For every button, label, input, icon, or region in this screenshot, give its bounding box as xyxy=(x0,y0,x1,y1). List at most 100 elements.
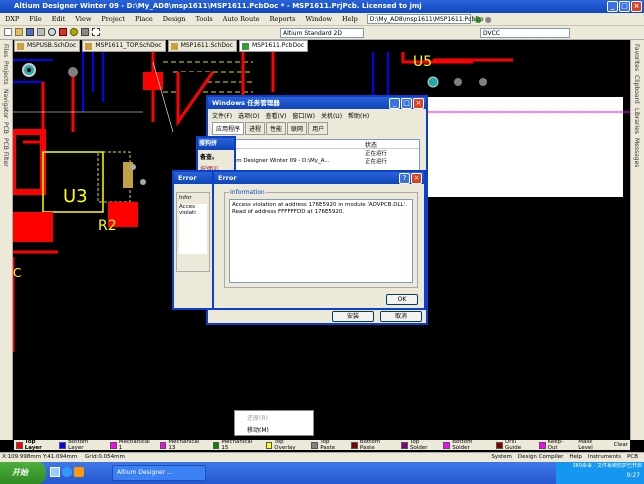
maximize-button[interactable]: □ xyxy=(401,98,412,109)
desktop-icon[interactable] xyxy=(50,467,60,477)
save-icon[interactable] xyxy=(26,28,34,36)
menu-place[interactable]: Place xyxy=(130,15,158,23)
col-task[interactable]: 任务 xyxy=(215,140,365,149)
menu-file[interactable]: File xyxy=(24,15,47,23)
panel-messages[interactable]: Messages xyxy=(633,138,640,167)
schdoc-icon xyxy=(170,43,178,50)
clear-button[interactable]: Clear xyxy=(612,442,630,448)
path-box[interactable]: D:\My_AD8\msp1611\MSP1611.PcbDo xyxy=(366,14,484,24)
panel-files[interactable]: Files xyxy=(2,44,9,57)
color-swatch xyxy=(351,441,358,449)
tab-msp1611-sch[interactable]: MSP1611.SchDoc xyxy=(167,40,237,52)
maximize-button[interactable]: □ xyxy=(619,1,630,12)
schdoc-icon xyxy=(85,43,93,50)
tab-applications[interactable]: 应用程序 xyxy=(212,122,245,135)
layer-tab[interactable]: Top Paste xyxy=(309,439,347,451)
tm-menu-help[interactable]: 帮助(H) xyxy=(348,111,369,120)
media-icon[interactable] xyxy=(74,467,84,477)
tab-msp1611-top[interactable]: MSP1611_TOP.SchDoc xyxy=(82,40,166,52)
close-button[interactable]: × xyxy=(631,1,642,12)
menu-design[interactable]: Design xyxy=(158,15,191,23)
tm-menu-window[interactable]: 窗口(W) xyxy=(292,111,315,120)
layer-tab[interactable]: Bottom Paste xyxy=(349,439,397,451)
panel-system[interactable]: System xyxy=(491,453,512,462)
layer-tab[interactable]: Bottom Solder xyxy=(441,439,492,451)
label-u3: U3 xyxy=(63,186,88,207)
layer-tab[interactable]: Mechanical 15 xyxy=(211,439,262,451)
minimize-button[interactable]: _ xyxy=(389,98,400,109)
panel-projects[interactable]: Projects xyxy=(2,61,9,85)
clock[interactable]: 9:27 xyxy=(627,472,640,479)
panel-libraries[interactable]: Libraries xyxy=(633,108,640,134)
open-icon[interactable] xyxy=(15,28,23,36)
menu-tools[interactable]: Tools xyxy=(191,15,218,23)
menu-project[interactable]: Project xyxy=(96,15,130,23)
tab-users[interactable]: 用户 xyxy=(308,122,329,135)
panel-pcb-filter[interactable]: PCB Filter xyxy=(2,138,9,167)
zoom-icon[interactable] xyxy=(48,28,56,36)
menu-move[interactable]: 移动(M) xyxy=(235,424,313,435)
menu-dxp[interactable]: DXP xyxy=(0,15,24,23)
tm-menu-options[interactable]: 选项(O) xyxy=(238,111,259,120)
back-icon[interactable]: ● xyxy=(475,15,482,24)
help-button[interactable]: ? xyxy=(399,173,410,184)
panel-design-compiler[interactable]: Design Compiler xyxy=(518,453,564,462)
via-icon[interactable] xyxy=(70,28,78,36)
menu-edit[interactable]: Edit xyxy=(47,15,71,23)
menu-window[interactable]: Window xyxy=(300,15,336,23)
menu-help[interactable]: Help xyxy=(337,15,363,23)
panel-clipboard[interactable]: Clipboard xyxy=(633,75,640,104)
table-row[interactable]: dxp 正在运行 xyxy=(215,149,419,157)
pad-icon[interactable] xyxy=(81,28,89,36)
select-icon[interactable] xyxy=(92,28,100,36)
error-title[interactable]: Error xyxy=(214,172,424,184)
panel-help[interactable]: Help xyxy=(569,453,582,462)
ie-icon[interactable] xyxy=(62,467,72,477)
route-icon[interactable] xyxy=(59,28,67,36)
tab-msp1611-pcb[interactable]: MSP1611.PcbDoc xyxy=(238,40,309,52)
tab-mspusb[interactable]: MSPUSB.SchDoc xyxy=(14,40,81,52)
taskbar-altium[interactable]: Altium Designer ... xyxy=(112,465,206,481)
new-icon[interactable] xyxy=(4,28,12,36)
error-dialog-back[interactable]: Error Infor Acces violati xyxy=(172,170,214,310)
mask-level-button[interactable]: Mask Level xyxy=(576,439,609,451)
layer-tab[interactable]: Top Layer xyxy=(14,439,55,451)
close-button[interactable]: × xyxy=(413,98,424,109)
panel-favorites[interactable]: Favorites xyxy=(633,44,640,71)
panel-pcb[interactable]: PCB xyxy=(2,122,9,134)
tab-networking[interactable]: 联网 xyxy=(287,122,308,135)
menu-restore[interactable]: 还原(R) xyxy=(235,411,313,424)
tab-performance[interactable]: 性能 xyxy=(266,122,287,135)
col-status[interactable]: 状态 xyxy=(365,140,377,149)
view-profile-select[interactable]: Altium Standard 2D xyxy=(280,28,364,38)
close-button[interactable]: × xyxy=(411,173,422,184)
error-dialog[interactable]: Error ? × Information Access violation a… xyxy=(212,170,426,310)
title-bar[interactable]: Altium Designer Winter 09 - D:\My_AD8\ms… xyxy=(0,0,644,13)
layer-tab[interactable]: Mechanical 13 xyxy=(158,439,209,451)
layer-tab[interactable]: Top Overlay xyxy=(264,439,308,451)
start-button[interactable]: 开始 xyxy=(0,462,46,484)
layer-tab[interactable]: Drill Guide xyxy=(494,439,535,451)
end-task-button[interactable]: 安装 xyxy=(332,311,374,322)
ok-button[interactable]: OK xyxy=(386,294,418,305)
forward-icon[interactable]: ● xyxy=(485,15,492,24)
tm-menu-shutdown[interactable]: 关机(U) xyxy=(321,111,342,120)
menu-autoroute[interactable]: Auto Route xyxy=(218,15,265,23)
tab-processes[interactable]: 进程 xyxy=(245,122,266,135)
minimize-button[interactable]: _ xyxy=(607,1,618,12)
net-select[interactable]: DVCC xyxy=(480,28,570,38)
panel-navigator[interactable]: Navigator xyxy=(2,89,9,118)
layer-tab[interactable]: Keep-Out xyxy=(537,439,574,451)
menu-view[interactable]: View xyxy=(70,15,96,23)
panel-pcb[interactable]: PCB xyxy=(627,453,638,462)
tm-menu-file[interactable]: 文件(F) xyxy=(212,111,232,120)
panel-instruments[interactable]: Instruments xyxy=(588,453,621,462)
print-icon[interactable] xyxy=(37,28,45,36)
cancel-button[interactable]: 取消 xyxy=(380,311,422,322)
layer-tab[interactable]: Top Solder xyxy=(399,439,439,451)
table-row[interactable]: Altium Designer Winter 09 - D:\My_A... 正… xyxy=(215,157,419,165)
menu-reports[interactable]: Reports xyxy=(265,15,301,23)
layer-tab[interactable]: Mechanical 1 xyxy=(108,439,156,451)
layer-tab[interactable]: Bottom Layer xyxy=(57,439,106,451)
tm-menu-view[interactable]: 查看(V) xyxy=(266,111,287,120)
